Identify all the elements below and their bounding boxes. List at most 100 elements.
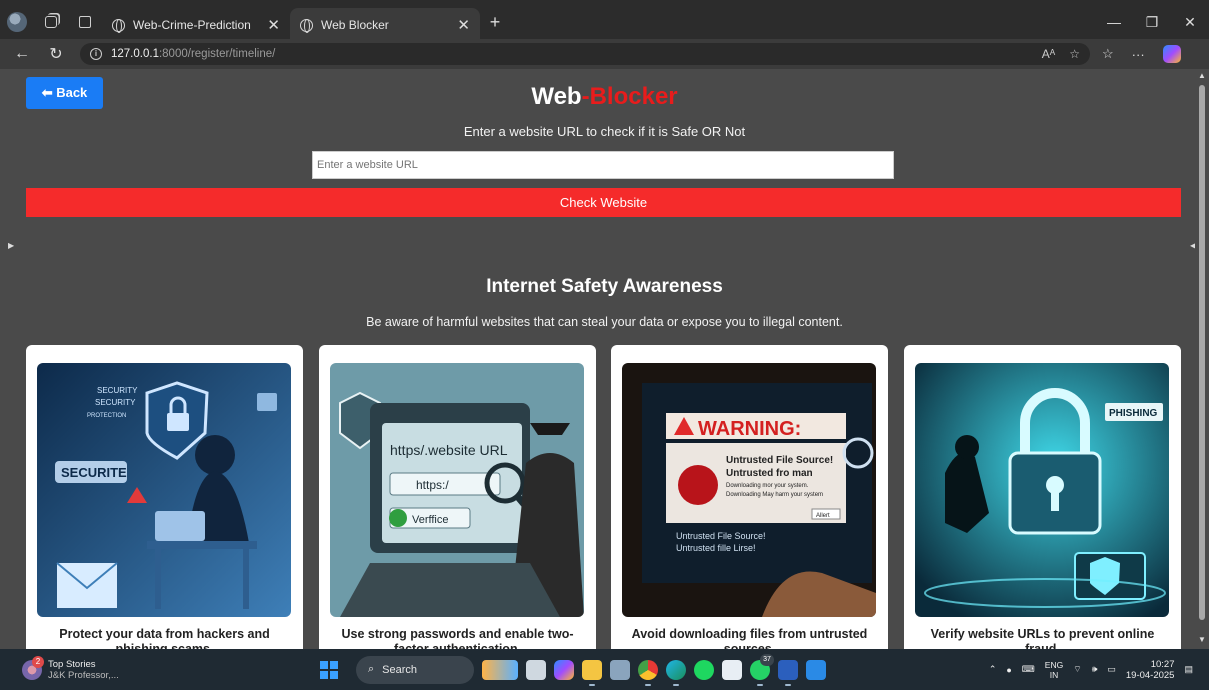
scroll-up-icon[interactable]: ▲ — [1198, 71, 1206, 80]
terminal-icon[interactable] — [610, 659, 630, 680]
close-icon[interactable]: ✕ — [267, 16, 280, 34]
scroll-down-icon[interactable]: ▼ — [1198, 635, 1206, 644]
warning-illustration: WARNING: Untrusted File Source! Untruste… — [622, 363, 876, 617]
whatsapp-icon[interactable]: 37 — [750, 653, 774, 686]
profile-avatar[interactable] — [0, 0, 34, 44]
clock-date: 19-04-2025 — [1125, 669, 1175, 681]
news-icon: 2 — [22, 655, 44, 680]
tab-web-crime-prediction[interactable]: Web-Crime-Prediction ✕ — [102, 8, 290, 42]
workspaces-button[interactable] — [34, 0, 68, 44]
lang-bottom: IN — [1049, 669, 1059, 680]
url-path: :8000/register/timeline/ — [158, 48, 276, 60]
img-text: Untrusted fro man — [726, 468, 813, 479]
phishing-illustration: PHISHING — [915, 363, 1169, 617]
clock[interactable]: 10:27 19-04-2025 — [1126, 659, 1175, 681]
windows-start-icon[interactable] — [320, 660, 338, 679]
tab-label: Web Blocker — [321, 18, 389, 32]
img-text: PROTECTION — [87, 413, 126, 419]
img-text: Untrusted File Source! — [726, 455, 833, 466]
img-text: SECURITE — [61, 465, 127, 480]
favorites-icon[interactable]: ☆ — [1102, 46, 1114, 62]
window-controls: — ❐ ✕ — [1095, 0, 1209, 44]
img-text: SECURITY — [97, 386, 138, 395]
language-indicator[interactable]: ENG IN — [1045, 660, 1063, 680]
globe-icon — [112, 18, 125, 33]
search-icon: ⌕ — [368, 663, 375, 675]
url-field[interactable]: i 127.0.0.1 :8000/register/timeline/ Aᴬ … — [80, 43, 1090, 65]
search-label: Search — [382, 663, 418, 676]
news-text: Top Stories J&K Professor,... — [48, 659, 119, 681]
new-tab-button[interactable]: + — [480, 12, 510, 33]
url-host: 127.0.0.1 — [111, 48, 159, 60]
word-icon[interactable] — [778, 659, 798, 686]
info-icon[interactable]: i — [90, 48, 102, 60]
img-text: Untrusted fille Lirse! — [676, 543, 756, 553]
awareness-card-hackers: SECURITE SECURITY SECURITY PROTECTION Pr… — [26, 345, 303, 649]
website-url-input[interactable] — [312, 151, 894, 179]
news-title: Top Stories — [48, 658, 96, 670]
favorite-star-icon[interactable]: ☆ — [1069, 47, 1080, 61]
chevron-up-icon[interactable]: ⌃ — [989, 664, 997, 675]
card-image-warning: WARNING: Untrusted File Source! Untruste… — [622, 363, 876, 617]
awareness-card-urls: PHISHING Verify website URLs to prevent … — [904, 345, 1181, 649]
copilot-icon[interactable] — [1162, 45, 1181, 63]
card-image-hacker: SECURITE SECURITY SECURITY PROTECTION — [37, 363, 291, 617]
battery-icon[interactable]: ▭ — [1107, 664, 1116, 675]
system-tray: ⌃ ● ⌨ ENG IN ⌔ 🕪 ▭ 10:27 19-04-2025 ▤ — [989, 649, 1193, 690]
page-viewport: ▶ ◀ ⬅ Back Web-Blocker Enter a website U… — [0, 69, 1209, 649]
minimize-icon[interactable]: — — [1095, 14, 1133, 30]
page-scrollbar[interactable]: ▲ ▼ — [1195, 69, 1209, 649]
chrome-icon[interactable] — [638, 659, 658, 686]
widgets-icon[interactable] — [482, 659, 518, 680]
card-image-phishing: PHISHING — [915, 363, 1169, 617]
browser-tab-bar: Web-Crime-Prediction ✕ Web Blocker ✕ + —… — [0, 0, 1209, 44]
browser-toolbar: ☆ ··· — [1102, 45, 1181, 63]
left-panel-arrow-icon[interactable]: ▶ — [8, 241, 14, 250]
img-text: Untrusted File Source! — [676, 531, 766, 541]
awareness-card-passwords: https/.website URL https:/ Verffice Use … — [319, 345, 596, 649]
awareness-subtitle: Be aware of harmful websites that can st… — [366, 315, 843, 329]
close-icon[interactable]: ✕ — [457, 16, 470, 34]
wifi-icon[interactable]: ⌔ — [1073, 664, 1081, 675]
back-arrow-icon[interactable]: ← — [10, 45, 34, 63]
tab-actions-button[interactable] — [68, 0, 102, 44]
img-text: Allert — [816, 513, 830, 519]
news-subtitle: J&K Professor,... — [48, 669, 119, 681]
password-illustration: https/.website URL https:/ Verffice — [330, 363, 584, 617]
copilot-app-icon[interactable] — [554, 659, 574, 680]
vscode-icon[interactable] — [806, 659, 826, 680]
card-caption: Avoid downloading files from untrusted s… — [631, 627, 868, 649]
taskbar-search[interactable]: ⌕ Search — [356, 655, 474, 684]
close-window-icon[interactable]: ✕ — [1171, 14, 1209, 31]
keyboard-icon[interactable]: ⌨ — [1022, 664, 1035, 675]
tab-web-blocker[interactable]: Web Blocker ✕ — [290, 8, 480, 42]
notification-icon[interactable]: ▤ — [1184, 664, 1193, 675]
scroll-thumb[interactable] — [1199, 85, 1205, 620]
volume-icon[interactable]: 🕪 — [1092, 664, 1098, 675]
img-text: Verffice — [412, 514, 449, 526]
check-website-button[interactable]: Check Website — [26, 188, 1181, 217]
title-accent: -Blocker — [581, 83, 678, 110]
read-aloud-icon[interactable]: Aᴬ — [1042, 47, 1055, 61]
img-text: https:/ — [416, 478, 449, 492]
taskbar-apps: ⌕ Search 37 — [320, 649, 826, 690]
tab-actions-icon — [79, 16, 91, 28]
img-text: PHISHING — [1109, 408, 1158, 419]
file-explorer-icon[interactable] — [582, 659, 602, 686]
page-title: Web-Blocker — [0, 83, 1209, 111]
restore-icon[interactable]: ❐ — [1133, 14, 1171, 31]
spotify-icon[interactable] — [694, 659, 714, 680]
task-view-icon[interactable] — [526, 659, 546, 680]
tray-app-icon[interactable]: ● — [1006, 665, 1011, 675]
refresh-icon[interactable]: ↻ — [44, 44, 68, 64]
store-icon[interactable] — [722, 659, 742, 680]
img-text: Downloading May harm your system — [726, 492, 823, 498]
more-options-icon[interactable]: ··· — [1132, 47, 1145, 62]
img-text: Downloading mor your system. — [726, 483, 809, 489]
page-subtitle: Enter a website URL to check if it is Sa… — [463, 124, 746, 139]
news-widget[interactable]: 2 Top Stories J&K Professor,... — [22, 655, 119, 681]
img-text: https/.website URL — [390, 442, 508, 458]
globe-icon — [300, 18, 313, 33]
card-caption: Verify website URLs to prevent online fr… — [930, 627, 1155, 649]
edge-icon[interactable] — [666, 659, 686, 686]
